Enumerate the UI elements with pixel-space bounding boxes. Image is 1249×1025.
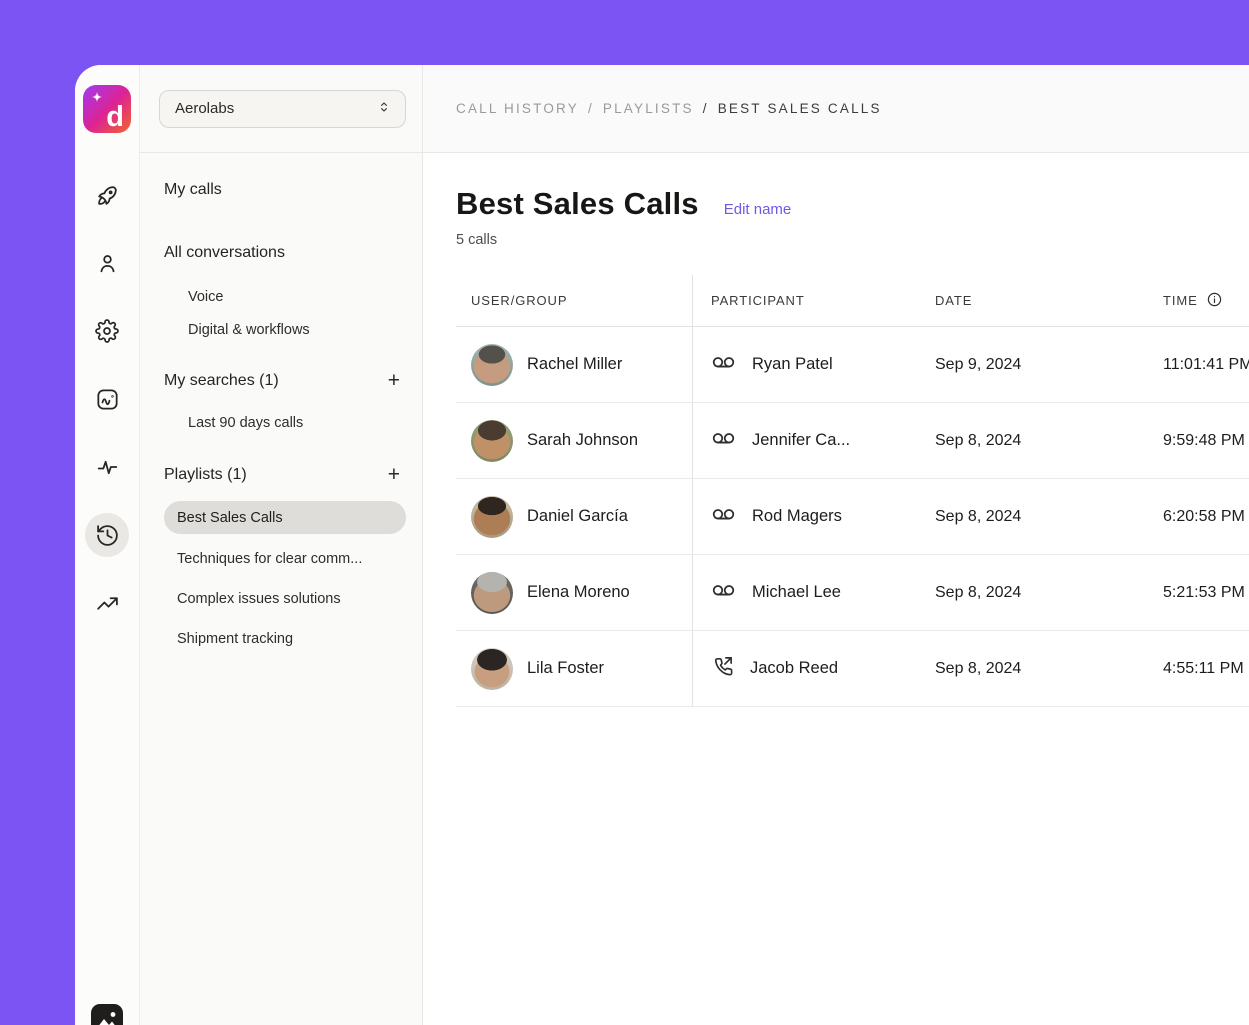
logo-letter: d [106,103,124,132]
workspace-selector-area: Aerolabs [140,65,422,153]
voicemail-icon [711,426,736,456]
user-name: Lila Foster [527,659,604,678]
add-search-button[interactable]: + [382,371,406,391]
sidebar-nav: My calls All conversations Voice Digital… [140,153,422,649]
participant-name: Michael Lee [752,583,841,602]
contacts-person-icon[interactable] [85,241,129,285]
breadcrumb-playlists[interactable]: PLAYLISTS [603,101,694,116]
sparkle-icon [90,92,104,111]
avatar [471,572,513,614]
info-icon[interactable] [1206,291,1223,311]
sidebar-item-best-sales-calls-selected[interactable]: Best Sales Calls [164,501,406,534]
table-row[interactable]: Lila Foster Jacob Reed Sep 8, 2024 4:55:… [456,631,1249,707]
workspace-selector[interactable]: Aerolabs [159,90,406,128]
call-time: 9:59:48 PM [1163,403,1249,478]
call-date: Sep 8, 2024 [935,555,1163,630]
sidebar-item-all-conversations[interactable]: All conversations [164,242,406,264]
user-name: Daniel García [527,507,628,526]
call-time: 4:55:11 PM [1163,631,1249,706]
avatar [471,344,513,386]
chevron-up-down-icon [376,99,392,119]
participant-name: Ryan Patel [752,355,833,374]
voicemail-icon [711,578,736,608]
settings-gear-icon[interactable] [85,309,129,353]
call-date: Sep 8, 2024 [935,479,1163,554]
playlist-content: Best Sales Calls Edit name 5 calls USER/… [423,153,1249,1025]
call-time: 11:01:41 PM [1163,327,1249,402]
sidebar-item-shipment-tracking-playlist[interactable]: Shipment tracking [164,629,406,649]
call-date: Sep 9, 2024 [935,327,1163,402]
user-name: Rachel Miller [527,355,622,374]
page-title: Best Sales Calls [456,186,699,222]
participant-name: Jacob Reed [750,659,838,678]
table-row[interactable]: Sarah Johnson Jennifer Ca... Sep 8, 2024… [456,403,1249,479]
table-header-row: USER/GROUP PARTICIPANT DATE TIME [456,275,1249,327]
outgoing-call-icon [711,655,734,683]
edit-name-button[interactable]: Edit name [724,201,792,218]
ai-summary-icon[interactable] [85,377,129,421]
avatar [471,420,513,462]
rocket-icon[interactable] [85,173,129,217]
sidebar-item-digital-workflows[interactable]: Digital & workflows [164,320,406,340]
table-row[interactable]: Rachel Miller Ryan Patel Sep 9, 2024 11:… [456,327,1249,403]
trending-up-icon[interactable] [85,581,129,625]
col-time: TIME [1163,275,1249,326]
icon-rail: d [75,65,140,1025]
app-logo[interactable]: d [83,85,131,133]
call-date: Sep 8, 2024 [935,403,1163,478]
sidebar-item-voice[interactable]: Voice [164,287,406,307]
sidebar-item-last-90-days-calls[interactable]: Last 90 days calls [164,413,406,433]
sidebar-item-playlists[interactable]: Playlists (1) + [164,464,406,486]
participant-name: Rod Magers [752,507,842,526]
sidebar: Aerolabs My calls All conversations Voic… [140,65,423,1025]
col-date: DATE [935,275,1163,326]
user-name: Sarah Johnson [527,431,638,450]
call-time: 6:20:58 PM [1163,479,1249,554]
breadcrumb-bar: CALL HISTORY/PLAYLISTS/BEST SALES CALLS [423,65,1249,153]
avatar [471,496,513,538]
add-playlist-button[interactable]: + [382,465,406,485]
image-icon[interactable] [90,1003,124,1025]
breadcrumb-call-history[interactable]: CALL HISTORY [456,101,579,116]
call-time: 5:21:53 PM [1163,555,1249,630]
breadcrumb-current: BEST SALES CALLS [718,101,882,116]
calls-table: USER/GROUP PARTICIPANT DATE TIME Rachel … [456,275,1249,707]
call-count: 5 calls [456,232,1249,248]
call-date: Sep 8, 2024 [935,631,1163,706]
app-window: d [75,65,1249,1025]
voicemail-icon [711,350,736,380]
sidebar-item-my-calls[interactable]: My calls [164,179,406,201]
user-name: Elena Moreno [527,583,630,602]
col-user-group: USER/GROUP [456,275,692,326]
sidebar-item-complex-issues-playlist[interactable]: Complex issues solutions [164,589,406,609]
participant-name: Jennifer Ca... [752,431,850,450]
activity-pulse-icon[interactable] [85,445,129,489]
main-panel: CALL HISTORY/PLAYLISTS/BEST SALES CALLS … [423,65,1249,1025]
voicemail-icon [711,502,736,532]
sidebar-item-my-searches[interactable]: My searches (1) + [164,370,406,392]
breadcrumb: CALL HISTORY/PLAYLISTS/BEST SALES CALLS [456,101,882,116]
history-icon[interactable] [85,513,129,557]
table-row[interactable]: Daniel García Rod Magers Sep 8, 2024 6:2… [456,479,1249,555]
col-participant: PARTICIPANT [692,275,935,326]
sidebar-item-techniques-playlist[interactable]: Techniques for clear comm... [164,549,406,569]
workspace-name: Aerolabs [175,100,234,117]
table-row[interactable]: Elena Moreno Michael Lee Sep 8, 2024 5:2… [456,555,1249,631]
avatar [471,648,513,690]
